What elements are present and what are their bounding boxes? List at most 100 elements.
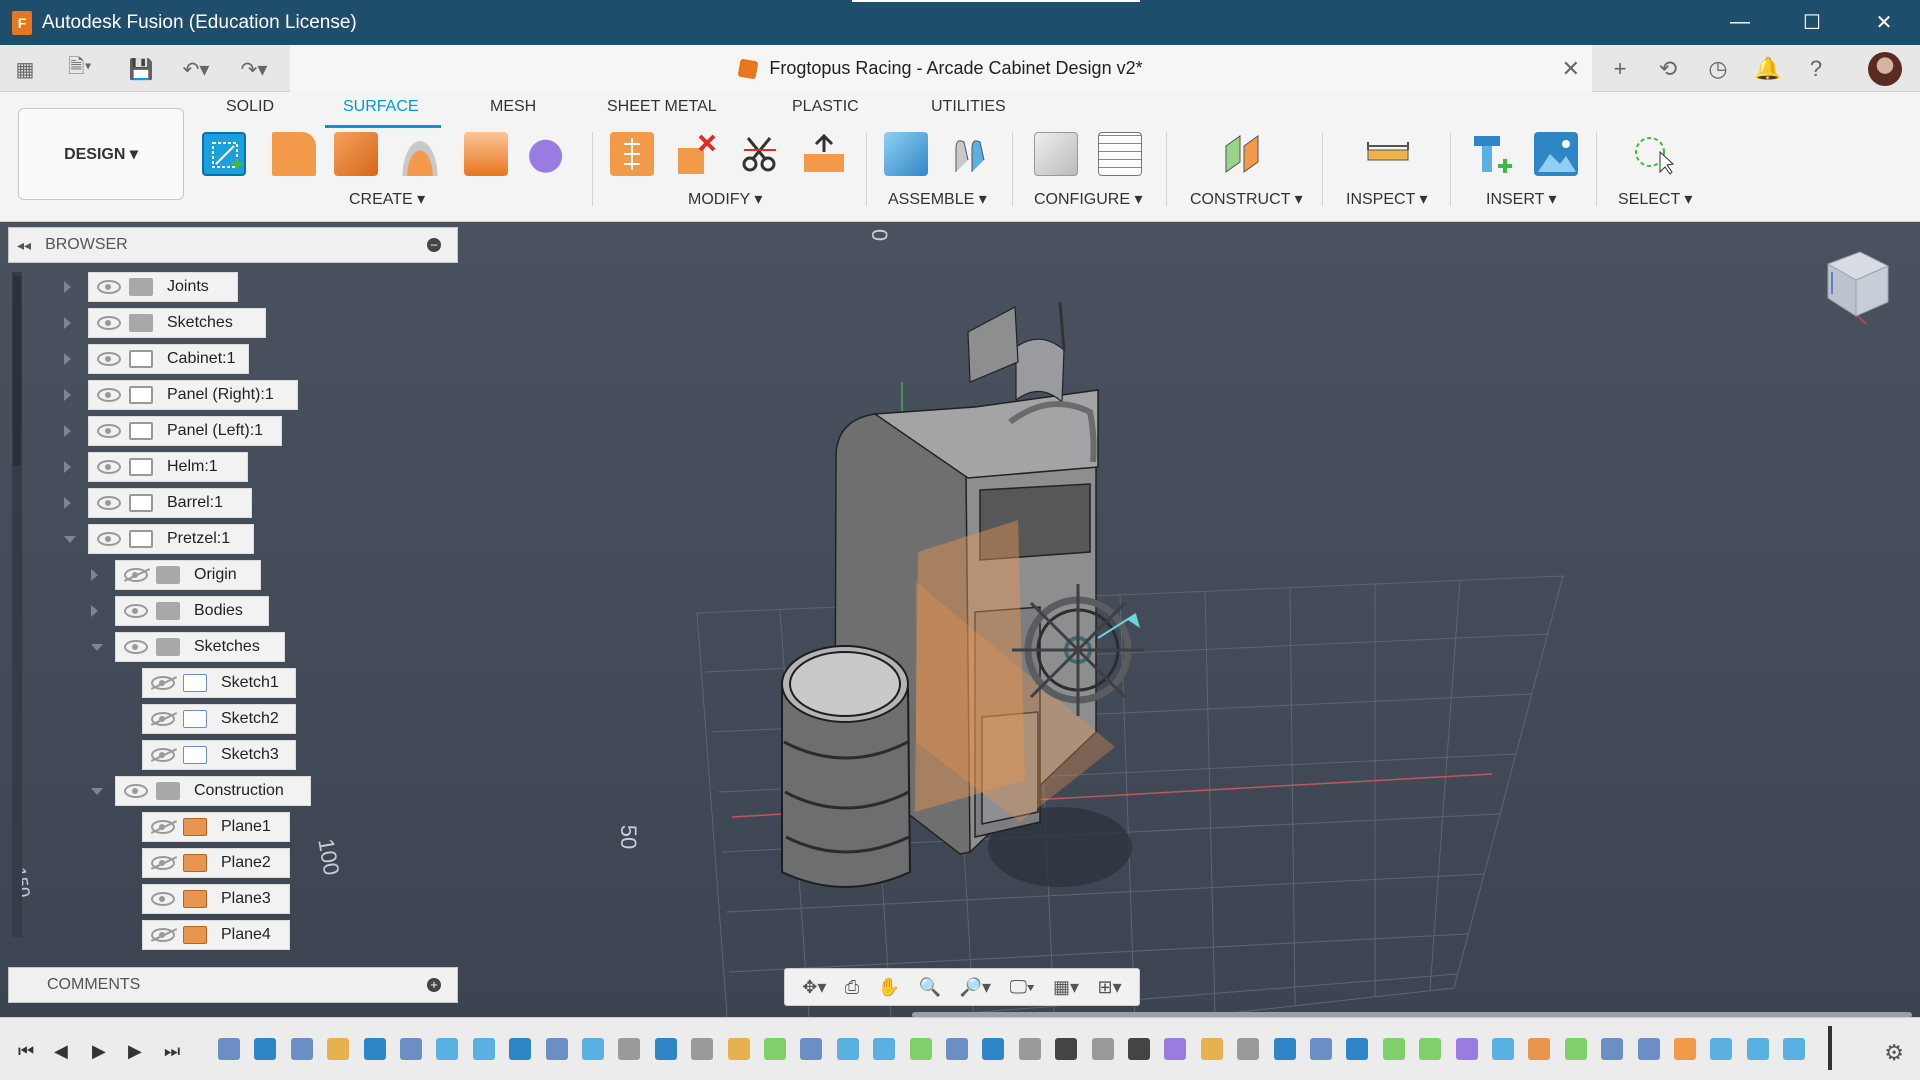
close-document-icon[interactable]: ✕ xyxy=(1562,56,1580,82)
visibility-eye-icon[interactable] xyxy=(97,352,121,366)
timeline-feature-icon[interactable] xyxy=(800,1038,823,1060)
timeline-feature-icon[interactable] xyxy=(1783,1038,1806,1060)
browser-node[interactable]: Sketch3 xyxy=(142,740,296,770)
visibility-hidden-icon[interactable] xyxy=(151,676,175,690)
timeline-feature-icon[interactable] xyxy=(873,1038,896,1060)
assemble-group-label[interactable]: ASSEMBLE ▾ xyxy=(888,189,987,209)
timeline-first-button[interactable]: ⏮ xyxy=(18,1041,34,1062)
new-tab-icon[interactable]: + xyxy=(1604,53,1636,85)
timeline-feature-icon[interactable] xyxy=(764,1038,786,1060)
visibility-eye-icon[interactable] xyxy=(97,532,121,546)
browser-node[interactable]: Pretzel:1 xyxy=(88,524,254,554)
tree-expander-icon[interactable] xyxy=(64,353,71,365)
undo-icon[interactable]: ↶▾ xyxy=(174,55,218,83)
timeline-feature-icon[interactable] xyxy=(218,1038,240,1060)
timeline-feature-icon[interactable] xyxy=(727,1038,750,1060)
configure-group-label[interactable]: CONFIGURE ▾ xyxy=(1034,189,1142,209)
browser-node[interactable]: Plane1 xyxy=(142,812,290,842)
maximize-button[interactable]: ☐ xyxy=(1776,0,1848,45)
tab-plastic[interactable]: PLASTIC xyxy=(792,98,859,116)
timeline-prev-button[interactable]: ◀ xyxy=(54,1041,68,1062)
timeline-feature-icon[interactable] xyxy=(254,1038,277,1060)
visibility-eye-icon[interactable] xyxy=(97,388,121,402)
timeline-marker[interactable] xyxy=(1828,1026,1832,1070)
timeline-feature-icon[interactable] xyxy=(1419,1038,1442,1060)
browser-panel-header[interactable]: ◂◂ BROWSER – xyxy=(8,227,458,263)
workspace-switcher-button[interactable]: DESIGN ▾ xyxy=(18,108,184,200)
insert-canvas-icon[interactable] xyxy=(1534,132,1578,176)
look-at-icon[interactable]: ⎙ xyxy=(845,977,859,998)
view-cube[interactable] xyxy=(1822,246,1892,327)
file-menu-icon[interactable]: 🗎▾ xyxy=(58,55,102,83)
tab-surface[interactable]: SURFACE xyxy=(343,98,419,116)
visibility-eye-icon[interactable] xyxy=(124,784,148,798)
extrude-icon[interactable] xyxy=(334,132,378,176)
create-group-label[interactable]: CREATE ▾ xyxy=(349,189,425,209)
modify-group-label[interactable]: MODIFY ▾ xyxy=(688,189,762,209)
timeline-feature-icon[interactable] xyxy=(1564,1038,1587,1060)
tree-expander-icon[interactable] xyxy=(64,317,71,329)
visibility-eye-icon[interactable] xyxy=(97,316,121,330)
visibility-eye-icon[interactable] xyxy=(124,604,148,618)
timeline-feature-icon[interactable] xyxy=(582,1038,604,1060)
timeline-settings-icon[interactable]: ⚙ xyxy=(1884,1040,1904,1066)
tree-expander-icon[interactable] xyxy=(91,644,103,651)
timeline-feature-icon[interactable] xyxy=(618,1038,641,1060)
loft-icon[interactable] xyxy=(528,132,572,176)
measure-icon[interactable] xyxy=(1366,132,1410,176)
browser-scrollbar-thumb[interactable] xyxy=(13,276,21,466)
browser-node[interactable]: Cabinet:1 xyxy=(88,344,249,374)
visibility-eye-icon[interactable] xyxy=(97,280,121,294)
timeline-feature-icon[interactable] xyxy=(1237,1038,1260,1060)
timeline-feature-icon[interactable] xyxy=(836,1038,859,1060)
patch-icon[interactable] xyxy=(272,132,316,176)
tree-expander-icon[interactable] xyxy=(64,389,71,401)
timeline-feature-icon[interactable] xyxy=(982,1038,1005,1060)
fit-zoom-icon[interactable]: 🔎▾ xyxy=(960,977,991,998)
tree-expander-icon[interactable] xyxy=(64,497,71,509)
data-panel-grid-icon[interactable]: ▦ xyxy=(10,55,40,83)
timeline-next-button[interactable]: ▶ xyxy=(128,1041,142,1062)
tree-expander-icon[interactable] xyxy=(91,605,98,617)
visibility-hidden-icon[interactable] xyxy=(124,568,148,582)
add-comment-icon[interactable]: + xyxy=(427,978,441,992)
timeline-feature-icon[interactable] xyxy=(400,1038,422,1060)
timeline-feature-icon[interactable] xyxy=(1492,1038,1514,1060)
visibility-eye-icon[interactable] xyxy=(97,496,121,510)
tree-expander-icon[interactable] xyxy=(64,281,71,293)
tab-mesh[interactable]: MESH xyxy=(490,98,536,116)
timeline-feature-icon[interactable] xyxy=(472,1038,495,1060)
timeline-feature-icon[interactable] xyxy=(1164,1038,1187,1060)
visibility-eye-icon[interactable] xyxy=(97,424,121,438)
visibility-hidden-icon[interactable] xyxy=(151,820,175,834)
timeline-feature-icon[interactable] xyxy=(691,1038,714,1060)
close-window-button[interactable]: ✕ xyxy=(1848,0,1920,45)
browser-node[interactable]: Sketches xyxy=(88,308,266,338)
unstitch-icon[interactable] xyxy=(674,132,718,176)
tree-expander-icon[interactable] xyxy=(64,425,71,437)
minimize-browser-icon[interactable]: – xyxy=(427,238,441,252)
browser-node[interactable]: Sketch1 xyxy=(142,668,296,698)
extend-icon[interactable] xyxy=(802,132,846,176)
browser-node[interactable]: Panel (Right):1 xyxy=(88,380,298,410)
browser-node[interactable]: Construction xyxy=(115,776,311,806)
joint-icon[interactable] xyxy=(948,132,992,176)
browser-node[interactable]: Plane4 xyxy=(142,920,290,950)
timeline-feature-icon[interactable] xyxy=(290,1038,313,1060)
insert-group-label[interactable]: INSERT ▾ xyxy=(1486,189,1557,209)
comments-panel-header[interactable]: COMMENTS + xyxy=(8,967,458,1003)
sweep-icon[interactable] xyxy=(464,132,508,176)
timeline-feature-icon[interactable] xyxy=(363,1038,386,1060)
browser-node[interactable]: Sketches xyxy=(115,632,285,662)
tree-expander-icon[interactable] xyxy=(91,569,98,581)
timeline-feature-icon[interactable] xyxy=(545,1038,568,1060)
browser-node[interactable]: Sketch2 xyxy=(142,704,296,734)
visibility-eye-icon[interactable] xyxy=(151,892,175,906)
orbit-icon[interactable]: ✥▾ xyxy=(802,977,826,998)
select-group-label[interactable]: SELECT ▾ xyxy=(1618,189,1692,209)
timeline-feature-icon[interactable] xyxy=(436,1038,459,1060)
timeline-last-button[interactable]: ⏭ xyxy=(164,1041,180,1062)
tree-expander-icon[interactable] xyxy=(64,461,71,473)
inspect-group-label[interactable]: INSPECT ▾ xyxy=(1346,189,1428,209)
timeline-feature-icon[interactable] xyxy=(1128,1038,1150,1060)
